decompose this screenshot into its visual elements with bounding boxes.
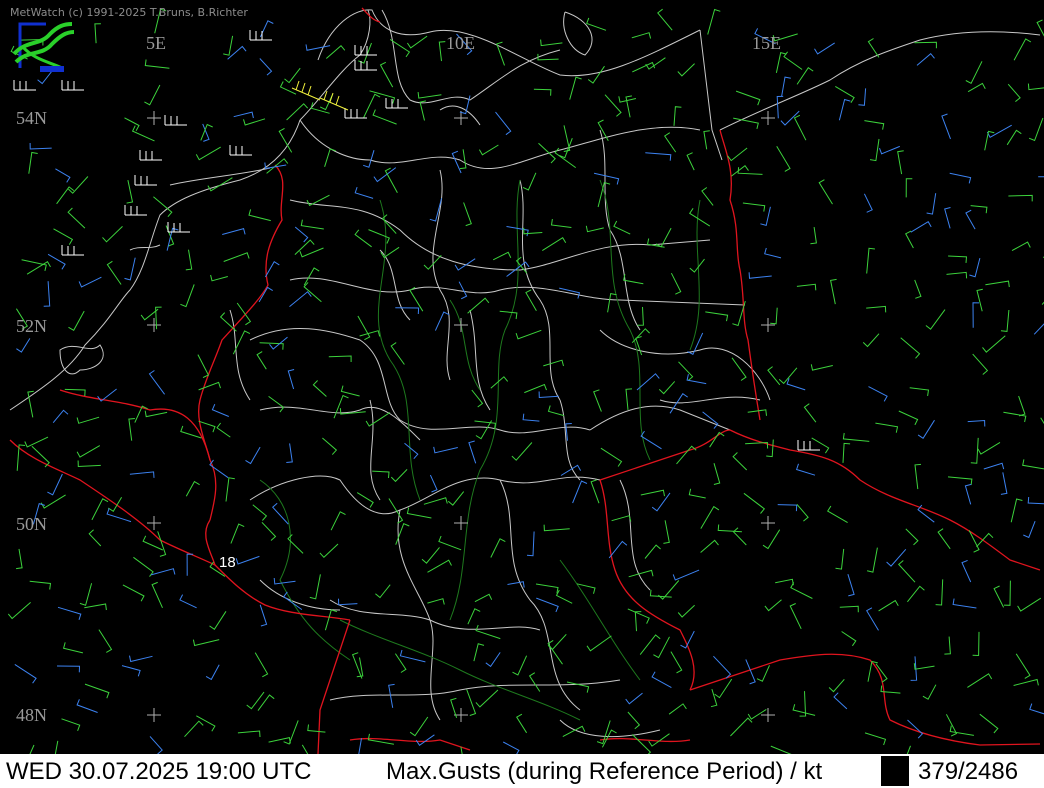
status-title: Max.Gusts (during Reference Period) / kt xyxy=(386,758,823,785)
lon-label-15e: 15E xyxy=(752,33,781,53)
status-bar: WED 30.07.2025 19:00 UTC Max.Gusts (duri… xyxy=(0,754,1044,788)
weather-map: 5E 10E 15E 54N 52N 50N 48N 18 xyxy=(0,0,1044,788)
lat-label-50n: 50N xyxy=(16,514,47,534)
station-value: 18 xyxy=(219,554,236,571)
status-datetime: WED 30.07.2025 19:00 UTC xyxy=(6,758,312,785)
copyright-credit: MetWatch (c) 1991-2025 T.Bruns, B.Richte… xyxy=(10,6,248,19)
lon-label-10e: 10E xyxy=(446,33,475,53)
lon-label-5e: 5E xyxy=(146,33,166,53)
lat-label-54n: 54N xyxy=(16,108,47,128)
status-separator xyxy=(881,756,909,786)
lat-label-48n: 48N xyxy=(16,705,47,725)
lat-label-52n: 52N xyxy=(16,316,47,336)
status-count: 379/2486 xyxy=(918,758,1019,785)
